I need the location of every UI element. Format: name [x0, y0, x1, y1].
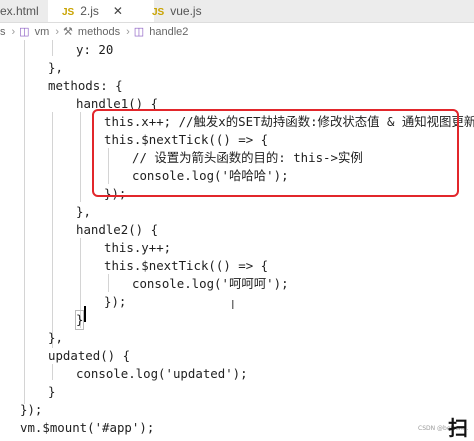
- indent-guide: [52, 112, 53, 348]
- indent-guide: [52, 40, 53, 56]
- code-line: this.$nextTick(() => {: [104, 258, 269, 273]
- code-line: console.log('updated');: [76, 366, 248, 381]
- tab-label: 2.js: [80, 4, 99, 18]
- matched-brace: }: [74, 310, 85, 330]
- code-line: }: [48, 384, 56, 399]
- code-line: },: [76, 204, 91, 219]
- tab-label: vue.js: [170, 4, 202, 18]
- ibeam-cursor-icon: I: [231, 298, 235, 312]
- breadcrumb-item-vm[interactable]: vm: [35, 26, 50, 38]
- cube-icon: ◫: [19, 26, 30, 38]
- chevron-right-icon: ›: [126, 26, 130, 38]
- breadcrumb: s › ◫ vm › ⚒ methods › ◫ handle2: [0, 22, 474, 42]
- wrench-icon: ⚒: [62, 26, 73, 38]
- tab-ex-html[interactable]: ex.html: [0, 0, 44, 22]
- tab-2-js[interactable]: JS 2.js ✕: [48, 0, 154, 22]
- breadcrumb-item-handle2[interactable]: handle2: [149, 26, 188, 38]
- corner-overlay-text: 扫: [448, 416, 468, 440]
- breadcrumb-item-methods[interactable]: methods: [78, 26, 120, 38]
- tab-vue-js[interactable]: JS vue.js: [142, 0, 232, 22]
- editor-tab-bar: ex.html JS 2.js ✕ JS vue.js: [0, 0, 474, 23]
- code-line: },: [48, 60, 63, 75]
- code-line: this.y++;: [104, 240, 172, 255]
- code-line: methods: {: [48, 78, 123, 93]
- js-file-icon: JS: [152, 7, 165, 18]
- chevron-right-icon: ›: [55, 26, 59, 38]
- red-highlight-box: [92, 109, 459, 197]
- indent-guide: [80, 112, 81, 202]
- code-line: console.log('呵呵呵');: [132, 276, 289, 291]
- indent-guide: [52, 364, 53, 380]
- code-line: handle2() {: [76, 222, 159, 237]
- text-cursor: [84, 306, 86, 322]
- indent-guide: [108, 274, 109, 292]
- tab-label: ex.html: [0, 4, 39, 18]
- code-line: },: [48, 330, 63, 345]
- cube-icon: ◫: [133, 26, 145, 38]
- js-file-icon: JS: [62, 7, 75, 18]
- code-line: vm.$mount('#app');: [20, 420, 155, 435]
- code-line: });: [20, 402, 43, 417]
- chevron-right-icon: ›: [11, 26, 16, 38]
- indent-guide: [24, 40, 25, 404]
- close-icon[interactable]: ✕: [113, 4, 123, 18]
- breadcrumb-item-folder[interactable]: s: [0, 26, 6, 38]
- code-line: updated() {: [48, 348, 131, 363]
- code-line: });: [104, 294, 127, 309]
- code-line: y: 20: [76, 42, 114, 57]
